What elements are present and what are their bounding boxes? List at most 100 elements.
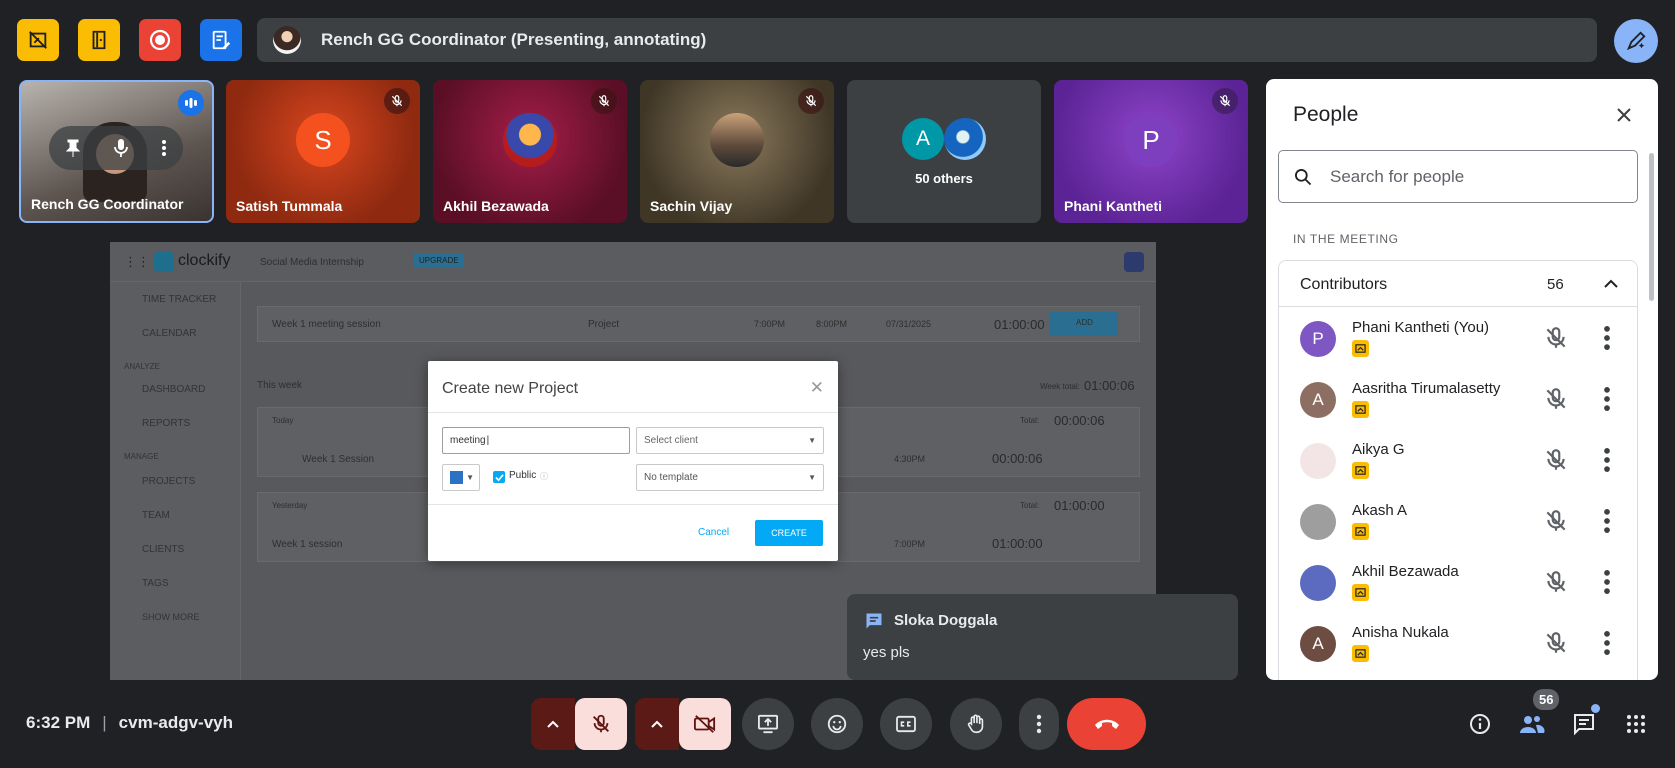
participant-row[interactable]: Akash A: [1300, 500, 1630, 556]
participant-row[interactable]: P Phani Kantheti (You): [1300, 317, 1630, 373]
mic-off-icon[interactable]: [1543, 630, 1569, 656]
participant-row[interactable]: Aikya G: [1300, 439, 1630, 495]
color-picker[interactable]: ▼: [442, 464, 480, 491]
sidebar-item-dashboard: DASHBOARD: [142, 384, 206, 395]
current-time: 6:32 PM: [26, 713, 91, 732]
more-options-button[interactable]: [1019, 698, 1059, 750]
more-vert-icon[interactable]: [1597, 386, 1617, 412]
annotate-button[interactable]: [1614, 19, 1658, 63]
contributors-header[interactable]: Contributors 56: [1279, 261, 1637, 307]
mic-off-icon[interactable]: [1543, 508, 1569, 534]
people-button[interactable]: [1518, 710, 1546, 738]
mic-off-icon: [805, 95, 817, 107]
reactions-button[interactable]: [811, 698, 863, 750]
pin-icon[interactable]: [65, 139, 81, 157]
annotation-off-button[interactable]: [17, 19, 59, 61]
entry-end: 4:30PM: [894, 454, 926, 464]
chat-sender: Sloka Doggala: [894, 612, 998, 629]
participant-row[interactable]: Akhil Bezawada: [1300, 561, 1630, 617]
chat-message: yes pls: [863, 644, 910, 661]
template-select[interactable]: No template ▼: [636, 464, 824, 491]
close-icon[interactable]: [1610, 101, 1638, 129]
mic-off-icon[interactable]: [1543, 569, 1569, 595]
tile-rench[interactable]: Rench GG Coordinator: [19, 80, 214, 223]
more-vert-icon[interactable]: [1597, 630, 1617, 656]
meeting-code: cvm-adgv-vyh: [118, 713, 233, 732]
presenter-badge-icon: [1352, 584, 1369, 601]
contributors-group: Contributors 56 P Phani Kantheti (You) A Aa…: [1278, 260, 1638, 680]
mic-off-icon[interactable]: [1543, 386, 1569, 412]
mic-off-icon[interactable]: [1543, 447, 1569, 473]
chevron-up-icon: [651, 720, 663, 728]
camera-off-icon: [694, 715, 716, 733]
search-icon: [1295, 168, 1312, 185]
raise-hand-button[interactable]: [950, 698, 1002, 750]
search-field[interactable]: [1278, 150, 1638, 203]
caret-down-icon: ▼: [808, 473, 816, 482]
participant-name: Akash A: [1352, 502, 1408, 519]
entry-duration: 01:00:00: [994, 317, 1045, 332]
tile-hover-controls: [49, 126, 183, 170]
participant-row[interactable]: A Anisha Nukala: [1300, 622, 1630, 678]
leave-room-button[interactable]: [78, 19, 120, 61]
separator: |: [102, 713, 107, 732]
tile-akhil[interactable]: Akhil Bezawada: [433, 80, 627, 223]
tile-name: Akhil Bezawada: [443, 198, 549, 214]
tile-name: Satish Tummala: [236, 198, 343, 214]
emoji-icon: [827, 714, 847, 734]
present-button[interactable]: [742, 698, 794, 750]
cancel-button[interactable]: Cancel: [698, 527, 729, 538]
close-icon[interactable]: ✕: [810, 378, 824, 398]
more-vert-icon[interactable]: [1597, 447, 1617, 473]
notes-button[interactable]: [200, 19, 242, 61]
recording-button[interactable]: [139, 19, 181, 61]
audio-level-icon: [185, 98, 197, 108]
chevron-up-icon: [547, 720, 559, 728]
project-name-input[interactable]: meeting |: [442, 427, 630, 454]
presenter-badge-icon: [1352, 645, 1369, 662]
search-input[interactable]: [1330, 166, 1610, 187]
chat-notification[interactable]: Sloka Doggala yes pls: [847, 594, 1238, 680]
mic-toggle-button[interactable]: [575, 698, 627, 750]
sidebar-item-tags: TAGS: [142, 578, 169, 589]
audio-options-button[interactable]: [531, 698, 575, 750]
tile-sachin[interactable]: Sachin Vijay: [640, 80, 834, 223]
public-checkbox[interactable]: [493, 471, 505, 483]
leave-call-button[interactable]: [1067, 698, 1146, 750]
more-vert-icon[interactable]: [1597, 325, 1617, 351]
tile-name: Rench GG Coordinator: [31, 196, 184, 212]
tile-satish[interactable]: S Satish Tummala: [226, 80, 420, 223]
tile-others[interactable]: A 50 others: [847, 80, 1041, 223]
chevron-up-icon[interactable]: [1601, 274, 1621, 294]
notes-icon: [212, 30, 231, 50]
avatar: S: [296, 113, 350, 168]
more-vert-icon[interactable]: [1597, 569, 1617, 595]
muted-indicator: [798, 88, 824, 114]
clockify-logo-icon: [154, 252, 174, 272]
mic-off-icon[interactable]: [1543, 325, 1569, 351]
entry-project: Project: [588, 319, 620, 330]
chat-button[interactable]: [1570, 710, 1598, 738]
timer-entry-bar: Week 1 meeting session Project 7:00PM 8:…: [257, 306, 1140, 342]
more-vert-icon[interactable]: [1597, 508, 1617, 534]
create-button[interactable]: CREATE: [755, 520, 823, 546]
scrollbar[interactable]: [1649, 153, 1654, 301]
camera-toggle-button[interactable]: [679, 698, 731, 750]
chat-icon: [866, 613, 882, 629]
muted-indicator: [1212, 88, 1238, 114]
more-vert-icon[interactable]: [161, 139, 167, 157]
video-options-button[interactable]: [635, 698, 679, 750]
mic-icon[interactable]: [114, 138, 128, 158]
participant-name: Akhil Bezawada: [1352, 563, 1459, 580]
captions-button[interactable]: [880, 698, 932, 750]
tile-phani[interactable]: P Phani Kantheti: [1054, 80, 1248, 223]
sidebar-item-time-tracker: TIME TRACKER: [142, 294, 217, 305]
avatar: P: [1124, 113, 1178, 168]
activities-button[interactable]: [1622, 710, 1650, 738]
muted-indicator: [384, 88, 410, 114]
participant-row[interactable]: A Aasritha Tirumalasetty: [1300, 378, 1630, 434]
camera-control: [635, 698, 731, 750]
meeting-details-button[interactable]: [1466, 710, 1494, 738]
client-select[interactable]: Select client ▼: [636, 427, 824, 454]
participant-name: Anisha Nukala: [1352, 624, 1449, 641]
